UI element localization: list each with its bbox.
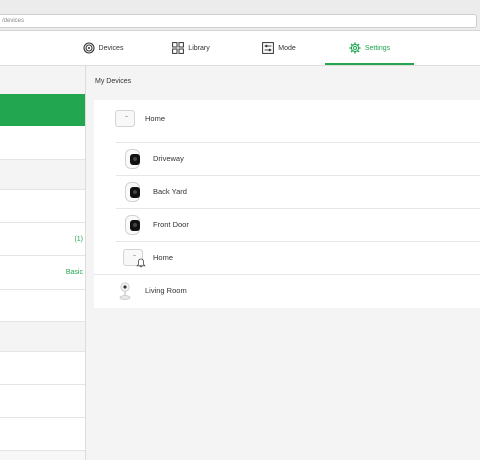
sidebar-item[interactable] [0,385,85,418]
sidebar-section-header [0,322,85,352]
camera-icon [122,214,144,235]
nav-mode[interactable]: Mode [246,31,312,65]
device-row-back-yard[interactable]: Back Yard [94,175,480,208]
camera-icon [122,181,144,202]
top-navigation: Devices Library Mode Settings [0,31,480,66]
nav-library[interactable]: Library [158,31,224,65]
device-name: Driveway [153,154,184,163]
base-station-siren-icon [122,248,146,268]
settings-sidebar: (1) Basic [0,66,86,460]
sidebar-item[interactable] [0,352,85,385]
sidebar-item[interactable] [0,190,85,223]
address-bar[interactable]: /devices [0,14,477,28]
nav-devices[interactable]: Devices [70,31,136,65]
sidebar-item-account[interactable]: (1) [0,223,85,256]
page-title: My Devices [95,78,132,85]
device-name: Home [145,114,166,123]
nav-devices-label: Devices [98,44,124,52]
device-row-living-room[interactable]: Living Room [94,274,480,307]
sidebar-item-plan-value: Basic [65,269,83,276]
sidebar-section-header [0,160,85,190]
sidebar-header [0,66,85,94]
devices-icon [82,42,95,54]
gear-icon [349,42,361,54]
nav-mode-label: Mode [278,44,296,52]
device-row-home-base[interactable]: Home [94,102,480,135]
sidebar-item-account-value: (1) [74,235,83,243]
mode-sliders-icon [262,42,275,54]
device-name: Living Room [145,286,187,295]
indoor-camera-icon [114,281,136,301]
camera-icon [122,148,144,169]
nav-settings-label: Settings [364,44,391,52]
device-row-home-siren[interactable]: Home [94,241,480,274]
browser-toolbar: /devices [0,0,480,31]
devices-panel: My Devices Home Driveway Back Yard Front… [86,66,480,460]
sidebar-item[interactable] [0,418,85,451]
library-icon [172,42,185,54]
sidebar-item[interactable] [0,126,85,160]
device-name: Back Yard [153,187,187,196]
device-name: Front Door [153,220,189,229]
nav-settings[interactable]: Settings [325,31,414,65]
address-bar-text: /devices [2,18,25,24]
device-list: Home Driveway Back Yard Front Door Home … [94,100,480,308]
sidebar-item-plan[interactable]: Basic [0,256,85,290]
device-row-driveway[interactable]: Driveway [94,142,480,175]
sidebar-item-selected[interactable] [0,94,85,126]
sidebar-item[interactable] [0,290,85,322]
device-name: Home [153,253,174,262]
device-row-front-door[interactable]: Front Door [94,208,480,241]
bell-icon [136,258,146,267]
nav-library-label: Library [188,44,210,52]
base-station-icon [114,109,136,129]
